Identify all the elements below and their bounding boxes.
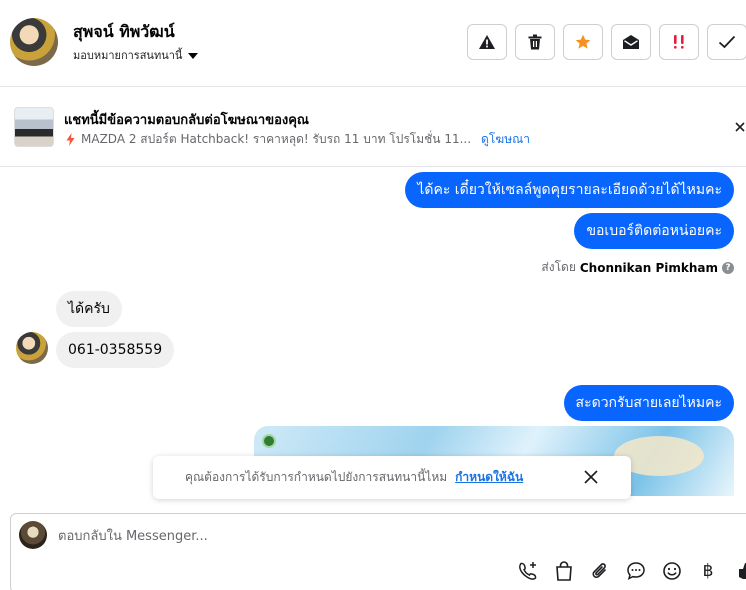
message-bubble-outgoing[interactable]: สะดวกรับสายเลยไหมคะ [563,385,734,421]
like-button[interactable] [732,559,746,583]
assign-prompt-text: คุณต้องการได้รับการกำหนดไปยังการสนทนานี้… [185,470,448,484]
warning-icon [479,35,495,49]
contact-avatar-small [16,332,48,364]
smiley-icon [663,562,681,580]
message-bubble-incoming[interactable]: 061-0358559 [56,332,175,368]
sent-by-prefix: ส่งโดย [541,260,576,274]
conversation-header: สุพจน์ ทิพวัฒน์ มอบหมายการสนทนานี้ [0,0,746,87]
lightning-icon [66,133,75,146]
trash-icon [528,34,542,50]
assign-conversation-dropdown[interactable]: มอบหมายการสนทนานี้ [73,46,199,64]
reply-input[interactable] [58,524,558,548]
image-logo [262,434,276,448]
double-exclamation-icon [674,35,684,49]
ad-banner-title: แชทนี้มีข้อความตอบกลับต่อโฆษณาของคุณ [64,113,309,128]
assign-label: มอบหมายการสนทนานี้ [73,49,183,62]
payment-button[interactable]: ฿ [696,559,720,583]
contact-name[interactable]: สุพจน์ ทิพวัฒน์ [73,20,175,45]
saved-replies-button[interactable] [624,559,648,583]
caret-down-icon [188,52,199,59]
shopping-bag-icon [556,561,572,581]
star-button[interactable] [563,24,603,60]
close-icon[interactable] [583,469,599,485]
call-button[interactable] [516,559,540,583]
mark-unread-button[interactable] [611,24,651,60]
paperclip-icon [592,563,606,578]
view-ad-link[interactable]: ดูโฆษณา [481,130,530,149]
attach-button[interactable] [588,559,612,583]
shop-button[interactable] [552,559,576,583]
report-spam-button[interactable] [467,24,507,60]
phone-plus-icon [519,562,537,580]
chat-bubble-icon [627,562,645,580]
sent-by-name: Chonnikan Pimkham [579,260,718,275]
composer-toolbar: ฿ [516,559,746,583]
mark-done-button[interactable] [707,24,746,60]
assign-prompt-toast: คุณต้องการได้รับการกำหนดไปยังการสนทนานี้… [153,456,631,499]
message-bubble-incoming[interactable]: ได้ครับ [56,291,122,327]
page-avatar [19,521,47,549]
message-bubble-outgoing[interactable]: ได้คะ เดี๋ยวให้เซลล์พูดคุยรายละเอียดด้วย… [405,172,734,208]
ad-thumbnail[interactable] [14,107,54,147]
ad-banner-line: MAZDA 2 สปอร์ต Hatchback! ราคาหลุด! รับร… [66,130,530,149]
close-icon[interactable] [733,118,746,136]
thumbs-up-icon [739,563,746,579]
contact-avatar[interactable] [10,18,58,66]
check-icon [718,35,736,49]
star-icon [575,34,591,49]
ad-text: MAZDA 2 สปอร์ต Hatchback! ราคาหลุด! รับร… [81,132,472,146]
assign-to-me-link[interactable]: กำหนดให้ฉัน [455,468,523,487]
message-bubble-outgoing[interactable]: ขอเบอร์ติดต่อหน่อยคะ [574,213,734,249]
sent-by-label: ส่งโดย Chonnikan Pimkham ? [541,258,734,277]
delete-button[interactable] [515,24,555,60]
help-icon[interactable]: ? [722,261,734,274]
follow-up-button[interactable] [659,24,699,60]
conversation-toolbar [467,24,746,60]
emoji-button[interactable] [660,559,684,583]
baht-icon: ฿ [702,561,714,581]
envelope-open-icon [623,35,639,49]
